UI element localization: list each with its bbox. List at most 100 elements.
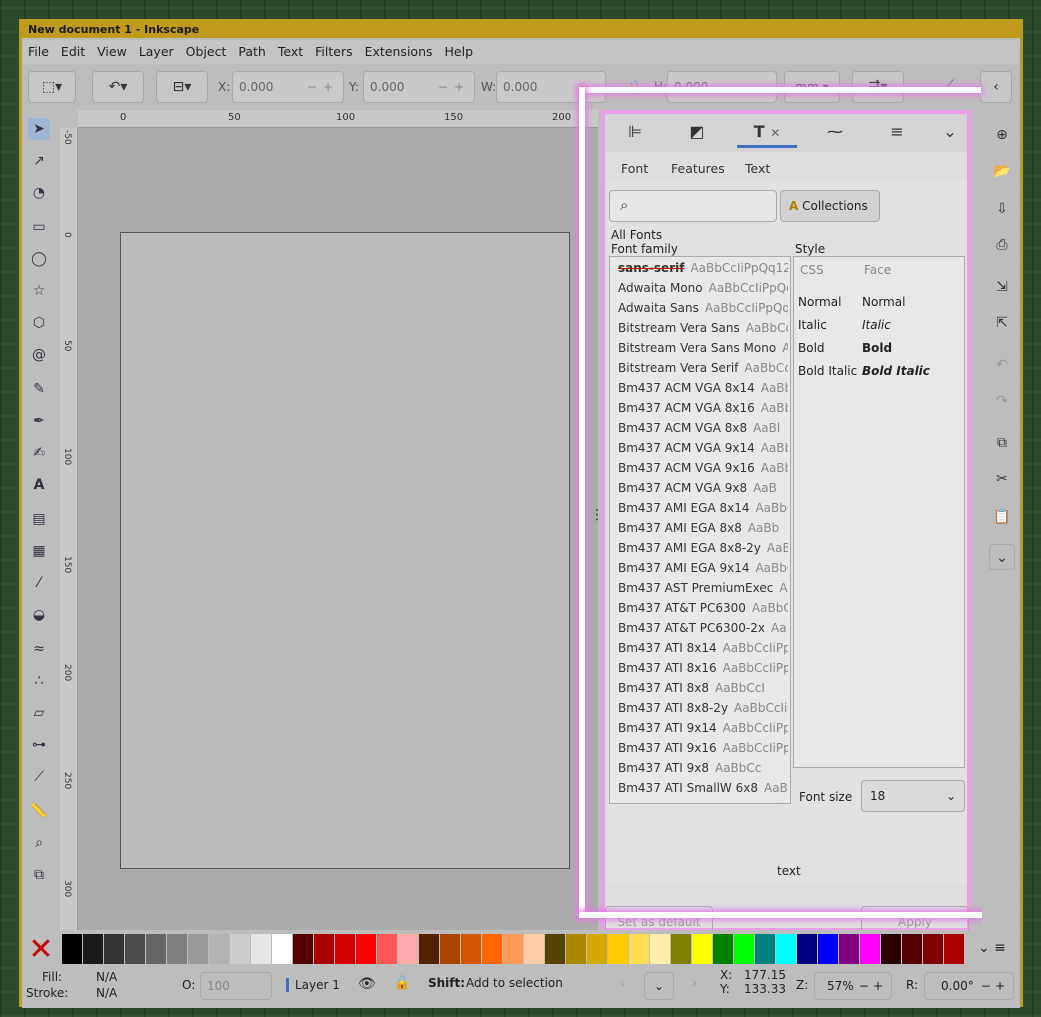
layer-selector[interactable]: Layer 1 [286, 978, 340, 992]
color-swatch[interactable] [608, 934, 628, 964]
save-icon[interactable]: ⇩ [989, 196, 1015, 222]
color-swatch[interactable] [734, 934, 754, 964]
color-swatch[interactable] [209, 934, 229, 964]
pencil-tool-icon[interactable]: ✎ [28, 378, 50, 400]
menu-extensions[interactable]: Extensions [359, 40, 439, 64]
color-swatch[interactable] [167, 934, 187, 964]
color-swatch[interactable] [461, 934, 481, 964]
style-face[interactable]: Italic [862, 318, 891, 332]
color-swatch[interactable] [125, 934, 145, 964]
font-list-item[interactable]: Bm437 ACM VGA 9x8 AaB [618, 481, 788, 495]
color-swatch[interactable] [398, 934, 418, 964]
font-list-item[interactable]: Bm437 ACM VGA 8x8 AaBl [618, 421, 788, 435]
fill-value[interactable]: N/A [96, 970, 117, 984]
font-list-item[interactable]: Bm437 AMI EGA 8x8-2y AaBb( [618, 541, 788, 555]
style-css[interactable]: Bold Italic [798, 364, 857, 378]
collapse-commands-button[interactable]: ‹ [980, 71, 1012, 103]
color-swatch[interactable] [503, 934, 523, 964]
color-swatch[interactable] [902, 934, 922, 964]
shape-builder-icon[interactable]: ◔ [28, 182, 50, 204]
color-swatch[interactable] [62, 934, 82, 964]
layer-lock-icon[interactable]: 🔓 [394, 976, 410, 991]
rectangle-tool-icon[interactable]: ▭ [28, 216, 50, 238]
font-list-item[interactable]: Bm437 ATI 9x8 AaBbCc [618, 761, 788, 775]
font-list-item[interactable]: Bm437 ACM VGA 8x14 AaBbC [618, 381, 788, 395]
font-list-item[interactable]: Bm437 ATI 8x14 AaBbCcIiPpQq [618, 641, 788, 655]
star-tool-icon[interactable]: ☆ [28, 280, 50, 302]
color-swatch[interactable] [230, 934, 250, 964]
color-swatch[interactable] [692, 934, 712, 964]
font-search-input[interactable]: ⌕ [609, 190, 777, 222]
color-swatch[interactable] [755, 934, 775, 964]
menu-layer[interactable]: Layer [133, 40, 180, 64]
color-swatch[interactable] [293, 934, 313, 964]
new-document-icon[interactable]: ⊕ [989, 122, 1015, 148]
color-swatch[interactable] [83, 934, 103, 964]
redo-icon[interactable]: ↷ [989, 388, 1015, 414]
font-size-combo[interactable]: 18 ⌄ [861, 780, 965, 812]
font-list-item[interactable]: sans-serif AaBbCcIiPpQq1230 [618, 261, 788, 275]
style-face[interactable]: Bold [862, 341, 892, 355]
tweak-tool-icon[interactable]: ≈ [28, 638, 50, 660]
menu-filters[interactable]: Filters [309, 40, 358, 64]
font-list-item[interactable]: Bm437 ATI 8x8 AaBbCcI [618, 681, 788, 695]
document-page[interactable] [120, 232, 570, 869]
mesh-tool-icon[interactable]: ▦ [28, 540, 50, 562]
menu-view[interactable]: View [91, 40, 133, 64]
font-list-item[interactable]: Bm437 ACM VGA 9x16 AaBb( [618, 461, 788, 475]
import-icon[interactable]: ⇲ [989, 274, 1015, 300]
palette-options-icon[interactable]: ⌄ ≡ [978, 940, 1006, 956]
gradient-tool-icon[interactable]: ▤ [28, 508, 50, 530]
font-list-item[interactable]: Bm437 Acer VGA 8x8 AaBb [618, 801, 788, 803]
text-font-tab[interactable]: T ✕ [737, 118, 797, 148]
style-css[interactable]: Normal [798, 295, 841, 309]
color-swatch[interactable] [713, 934, 733, 964]
menu-path[interactable]: Path [232, 40, 271, 64]
font-list-item[interactable]: Bm437 AST PremiumExec AaBb [618, 581, 788, 595]
color-swatch[interactable] [923, 934, 943, 964]
style-css[interactable]: Italic [798, 318, 827, 332]
color-swatch[interactable] [545, 934, 565, 964]
dropper-tool-icon[interactable]: ⁄ [28, 572, 50, 594]
color-swatch[interactable] [839, 934, 859, 964]
zoom-input[interactable]: 57% −+ [814, 972, 892, 1000]
ellipse-tool-icon[interactable]: ◯ [28, 248, 50, 270]
measure-tool-icon[interactable]: 📏 [28, 800, 50, 822]
font-list-item[interactable]: Bitstream Vera Sans Mono Aa [618, 341, 788, 355]
color-swatch[interactable] [671, 934, 691, 964]
print-icon[interactable]: ⎙ [989, 232, 1015, 258]
font-list-item[interactable]: Bm437 ATI 9x16 AaBbCcIiPpQ [618, 741, 788, 755]
color-swatch[interactable] [776, 934, 796, 964]
font-list-item[interactable]: Bm437 ATI 9x14 AaBbCcIiPpQ [618, 721, 788, 735]
font-list-item[interactable]: Adwaita Mono AaBbCcIiPpQq [618, 281, 788, 295]
eraser-tool-icon[interactable]: ▱ [28, 702, 50, 724]
align-distribute-tab[interactable]: ⊫ [605, 118, 665, 148]
color-swatch[interactable] [818, 934, 838, 964]
menu-text[interactable]: Text [272, 40, 309, 64]
color-swatch[interactable] [587, 934, 607, 964]
font-list-item[interactable]: Bitstream Vera Sans AaBbCcI [618, 321, 788, 335]
font-list-item[interactable]: Bitstream Vera Serif AaBbCcI [618, 361, 788, 375]
spiral-tool-icon[interactable]: @ [28, 344, 50, 366]
stroke-value[interactable]: N/A [96, 986, 117, 1000]
close-icon[interactable]: ✕ [770, 126, 780, 140]
zoom-stepper[interactable]: −+ [859, 973, 887, 999]
more-tabs-button[interactable]: ⌄ [935, 118, 965, 148]
select-all-button[interactable]: ⬚▾ [28, 71, 76, 103]
paste-icon[interactable]: 📋 [989, 504, 1015, 530]
chevron-right-icon[interactable]: › [692, 976, 697, 990]
pen-tool-icon[interactable]: ✒ [28, 410, 50, 432]
rotation-input[interactable]: 0.00° −+ [924, 972, 1014, 1000]
node-tool-icon[interactable]: ↗ [28, 150, 50, 172]
color-swatch[interactable] [251, 934, 271, 964]
color-swatch[interactable] [419, 934, 439, 964]
font-list-item[interactable]: Bm437 AMI EGA 9x14 AaBbCc [618, 561, 788, 575]
font-list-item[interactable]: Bm437 ACM VGA 9x14 AaBb( [618, 441, 788, 455]
color-swatch[interactable] [881, 934, 901, 964]
menu-object[interactable]: Object [180, 40, 233, 64]
color-swatch[interactable] [272, 934, 292, 964]
style-list[interactable]: CSS Face Normal Normal Italic Italic Bold B… [793, 256, 965, 768]
chevron-left-icon[interactable]: ‹ [620, 976, 625, 990]
tab-font[interactable]: Font [621, 156, 649, 185]
style-css[interactable]: Bold [798, 341, 825, 355]
